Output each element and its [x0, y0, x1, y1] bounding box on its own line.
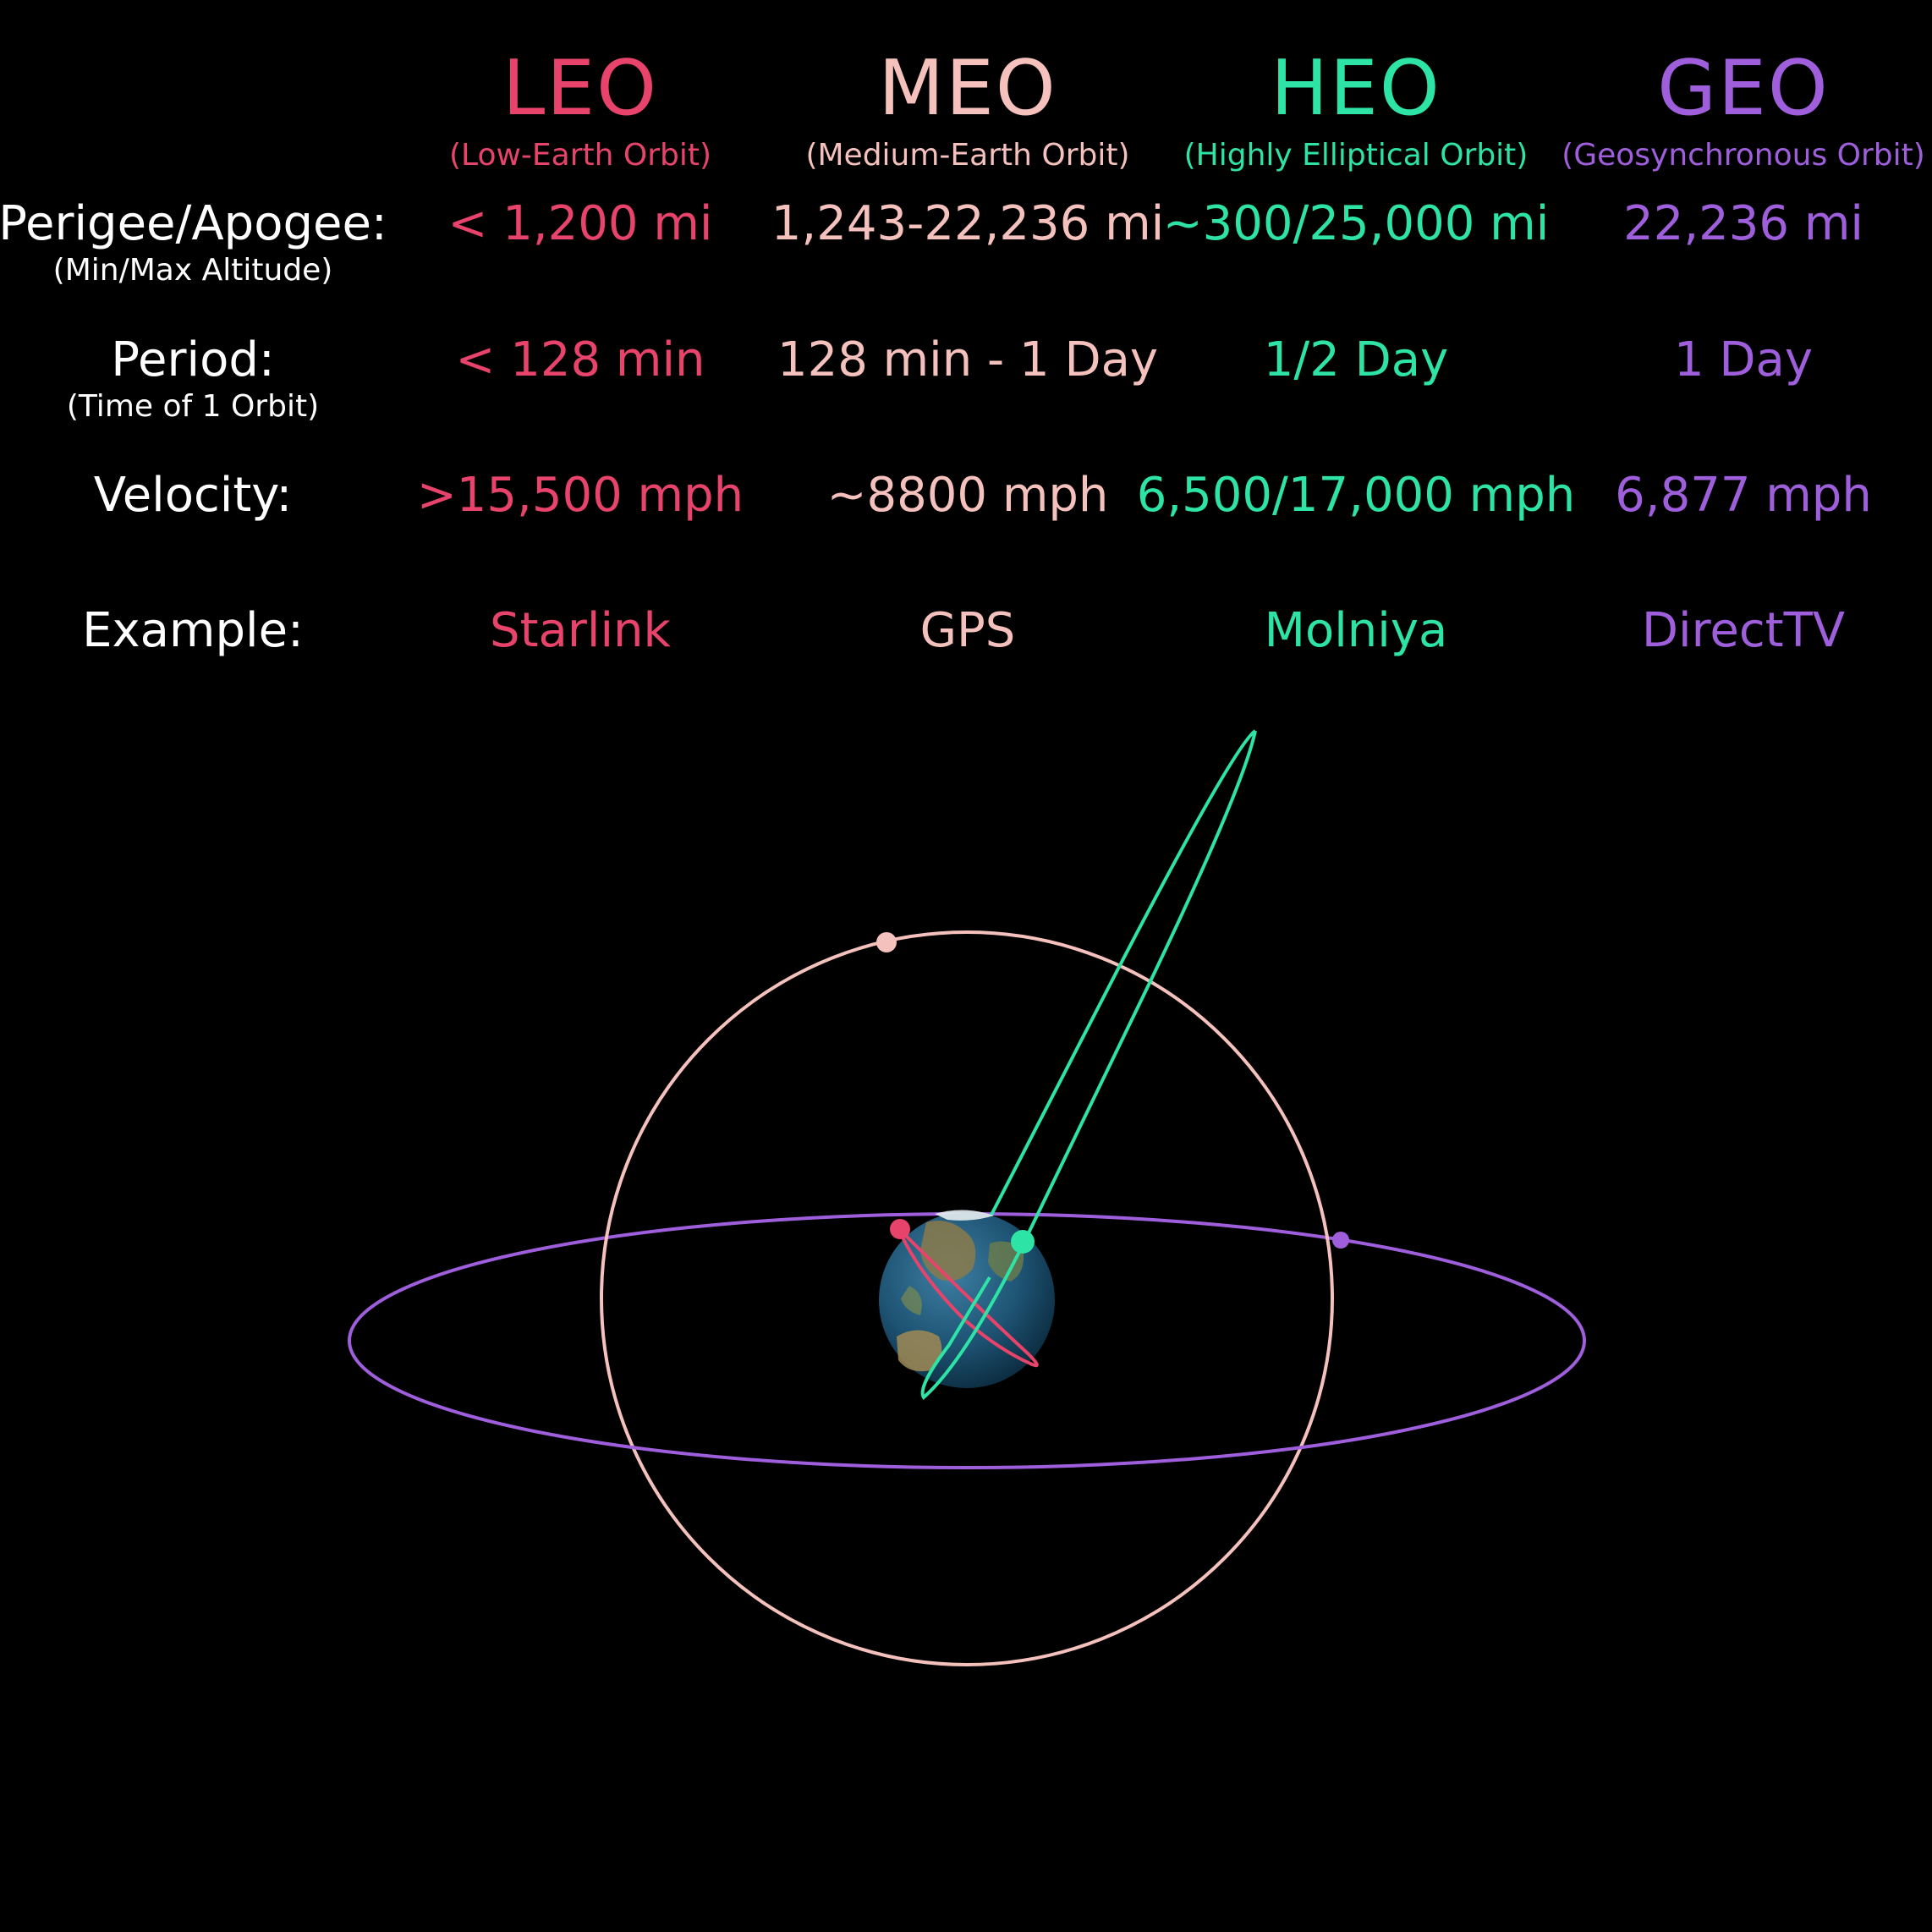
geo-satellite	[1332, 1232, 1349, 1249]
heo-satellite	[1011, 1230, 1035, 1254]
orbit-diagram	[348, 729, 1586, 1666]
heo-orbit-back	[988, 729, 1257, 1219]
meo-satellite	[876, 932, 897, 952]
leo-satellite	[890, 1219, 910, 1239]
